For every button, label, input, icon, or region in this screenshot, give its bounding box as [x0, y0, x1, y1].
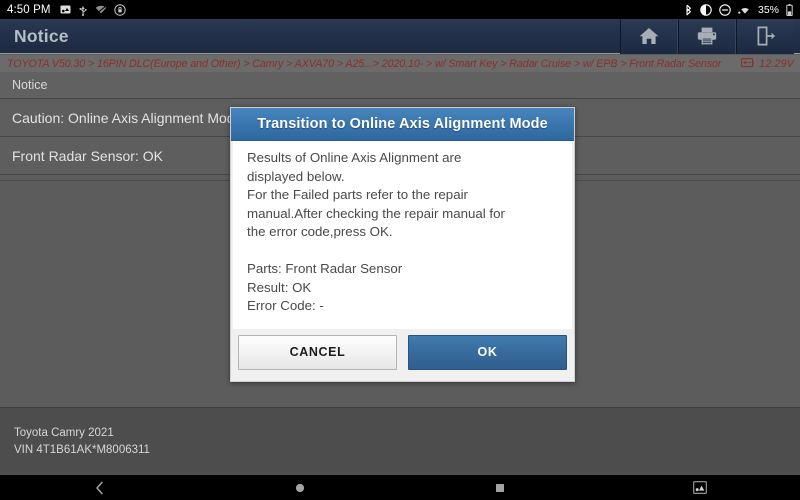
nav-home-button[interactable] [200, 475, 400, 500]
dialog-title-bar: Transition to Online Axis Alignment Mode [231, 108, 574, 141]
battery-icon [741, 55, 754, 72]
exit-icon [755, 26, 777, 46]
page-title: Notice [14, 25, 69, 46]
dialog-title: Transition to Online Axis Alignment Mode [257, 116, 548, 132]
vehicle-vin: VIN 4T1B61AK*M8006311 [14, 443, 150, 456]
dialog-actions: CANCEL OK [231, 329, 574, 381]
usb-icon [78, 4, 88, 16]
app-root: 4:50 PM 35% Notice TOYOTA V50.30 > 16PIN… [0, 0, 800, 500]
home-icon [638, 26, 660, 46]
exit-button[interactable] [736, 18, 794, 54]
app-title-bar: Notice [0, 18, 800, 54]
dialog-message: Results of Online Axis Alignment are dis… [247, 150, 505, 240]
title-bar-actions [620, 18, 800, 54]
vehicle-name: Toyota Camry 2021 [14, 426, 114, 439]
list-header-label: Notice [12, 78, 48, 92]
nav-screenshot-button[interactable] [600, 475, 800, 500]
ok-button[interactable]: OK [408, 334, 567, 370]
status-left-icons [60, 3, 126, 16]
breadcrumb: TOYOTA V50.30 > 16PIN DLC(Europe and Oth… [0, 55, 800, 72]
battery-icon [786, 3, 793, 16]
list-header: Notice [0, 72, 800, 99]
dialog-body: Results of Online Axis Alignment are dis… [233, 141, 572, 329]
screenshot-icon [693, 481, 707, 494]
dialog-spacer [247, 242, 560, 260]
cancel-button[interactable]: CANCEL [238, 334, 397, 370]
list-item-label: Caution: Online Axis Alignment Mode [12, 109, 243, 126]
battery-percent: 35% [757, 3, 779, 16]
square-icon [494, 482, 506, 494]
list-item-label: Front Radar Sensor: OK [12, 147, 163, 164]
bluetooth-icon [684, 4, 693, 16]
dnd-icon [719, 3, 731, 16]
vehicle-info-footer: Toyota Camry 2021 VIN 4T1B61AK*M8006311 [0, 407, 800, 475]
dialog-result-details: Parts: Front Radar Sensor Result: OK Err… [247, 260, 403, 314]
breadcrumb-path: TOYOTA V50.30 > 16PIN DLC(Europe and Oth… [7, 57, 722, 70]
home-button[interactable] [620, 18, 678, 54]
breadcrumb-voltage: 12.29V [741, 55, 794, 72]
rotation-lock-icon [113, 3, 126, 16]
android-status-bar: 4:50 PM 35% [0, 0, 800, 19]
wifi-off-icon [95, 5, 107, 15]
chevron-left-icon [94, 481, 106, 495]
screenshot-icon [60, 4, 71, 15]
vpn-icon [738, 5, 751, 15]
nav-back-button[interactable] [0, 475, 200, 500]
android-nav-bar [0, 475, 800, 500]
print-button[interactable] [678, 18, 736, 54]
transition-dialog: Transition to Online Axis Alignment Mode… [230, 107, 575, 382]
brightness-icon [700, 3, 712, 16]
circle-icon [294, 482, 306, 494]
nav-recents-button[interactable] [400, 475, 600, 500]
voltage-value: 12.29V [759, 57, 794, 70]
printer-icon [696, 26, 718, 46]
status-right-icons: 35% [684, 3, 793, 16]
status-clock: 4:50 PM [7, 3, 51, 16]
